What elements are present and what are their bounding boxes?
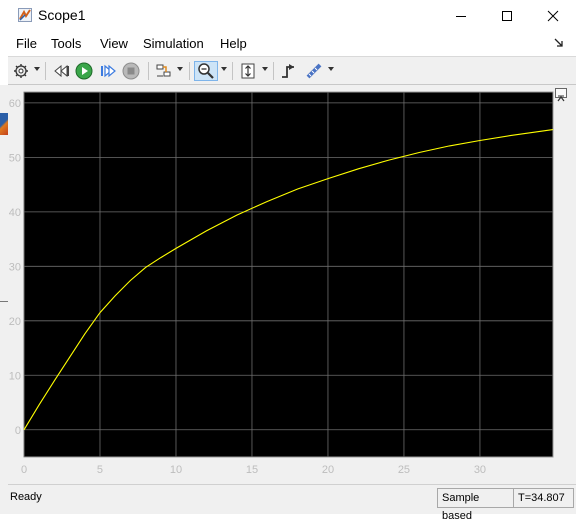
status-bar: Ready Sample based T=34.807: [8, 484, 576, 522]
toolbar-separator: [189, 62, 190, 80]
x-tick-label: 5: [97, 464, 103, 476]
y-tick-label: 10: [9, 370, 21, 382]
y-tick-label: 30: [9, 261, 21, 273]
toolbar: [8, 56, 576, 85]
y-tick-label: 40: [9, 207, 21, 219]
simulation-time: T=34.807: [513, 488, 574, 508]
toolbar-separator: [273, 62, 274, 80]
window-title: Scope1: [38, 7, 86, 23]
measurements-dropdown-arrow[interactable]: [328, 67, 334, 71]
close-icon: [547, 10, 559, 21]
menu-tools[interactable]: Tools: [51, 36, 81, 51]
x-tick-label: 0: [21, 464, 27, 476]
scope-display: 0 5 10 15 20 25 30 0 10 20 30 40 50 60: [8, 85, 576, 484]
gear-icon: [14, 64, 28, 78]
x-tick-label: 25: [398, 464, 410, 476]
y-tick-label: 50: [9, 152, 21, 164]
background-app-logo: [0, 113, 8, 135]
zoom-dropdown-arrow[interactable]: [221, 67, 227, 71]
run-icon: [75, 62, 93, 80]
status-text: Ready: [10, 491, 42, 503]
y-tick-label: 60: [9, 98, 21, 110]
menu-bar: File Tools View Simulation Help: [8, 31, 576, 56]
triggers-button[interactable]: [279, 61, 299, 81]
sample-mode-indicator: Sample based: [437, 488, 515, 522]
signal-selector-icon: [156, 64, 171, 77]
settings-dropdown-arrow[interactable]: [34, 67, 40, 71]
zoom-in-icon: [198, 63, 214, 79]
scope-window: Scope1 File Tools View Simulation Help 0…: [8, 0, 576, 522]
signal-selector-button[interactable]: [154, 61, 174, 81]
signal-selector-dropdown-arrow[interactable]: [177, 67, 183, 71]
menu-help[interactable]: Help: [220, 36, 247, 51]
run-button[interactable]: [74, 61, 94, 81]
plot-area: [23, 91, 554, 458]
scope-plot[interactable]: 0 5 10 15 20 25 30 0 10 20 30 40 50 60: [8, 85, 576, 484]
toolbar-separator: [45, 62, 46, 80]
triggers-icon: [282, 64, 294, 78]
background-app: [0, 85, 8, 514]
autoscale-dropdown-arrow[interactable]: [262, 67, 268, 71]
y-tick-label: 0: [15, 425, 21, 437]
matlab-scope-icon: [18, 8, 32, 22]
x-tick-label: 20: [322, 464, 334, 476]
menu-view[interactable]: View: [100, 36, 128, 51]
autoscale-icon: [241, 63, 255, 79]
undock-icon: [557, 95, 565, 102]
background-divider: [0, 301, 8, 302]
minimize-icon: [456, 15, 466, 17]
y-tick-label: 20: [9, 316, 21, 328]
measurements-button[interactable]: [304, 61, 324, 81]
dock-arrow-icon[interactable]: [554, 38, 564, 48]
autoscale-button[interactable]: [238, 61, 258, 81]
minimize-button[interactable]: [438, 0, 484, 31]
stop-icon: [122, 62, 140, 80]
settings-button[interactable]: [11, 61, 31, 81]
toolbar-separator: [232, 62, 233, 80]
zoom-in-button[interactable]: [194, 61, 218, 81]
maximize-icon: [502, 10, 512, 21]
step-forward-icon: [101, 64, 116, 78]
title-bar: Scope1: [8, 0, 576, 31]
close-button[interactable]: [530, 0, 576, 31]
maximize-button[interactable]: [484, 0, 530, 31]
stop-button[interactable]: [121, 61, 141, 81]
measurements-icon: [306, 63, 322, 79]
x-tick-label: 30: [474, 464, 486, 476]
menu-simulation[interactable]: Simulation: [143, 36, 204, 51]
x-tick-label: 10: [170, 464, 182, 476]
step-forward-button[interactable]: [98, 61, 118, 81]
toolbar-separator: [148, 62, 149, 80]
menu-file[interactable]: File: [16, 36, 37, 51]
x-tick-label: 15: [246, 464, 258, 476]
step-back-icon: [54, 64, 69, 78]
undock-axes-button[interactable]: [555, 88, 567, 102]
step-back-button[interactable]: [52, 61, 72, 81]
